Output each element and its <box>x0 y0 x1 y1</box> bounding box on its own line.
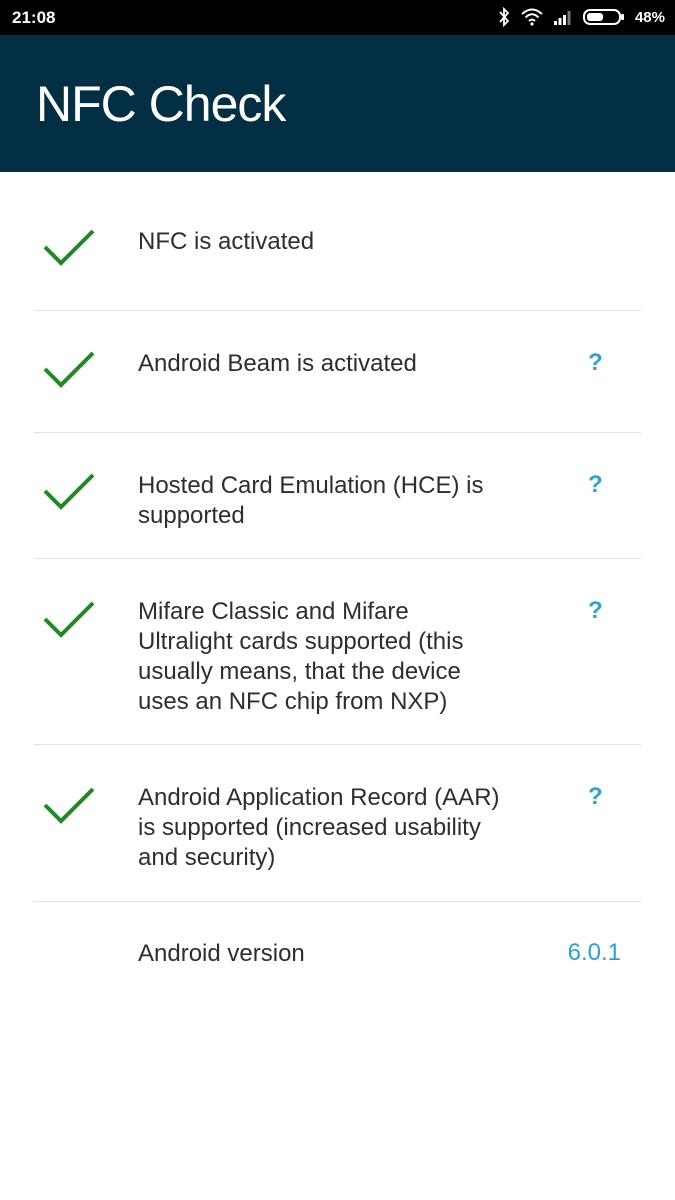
signal-icon <box>553 9 573 25</box>
checkmark-icon <box>43 349 95 389</box>
help-button[interactable]: ? <box>588 471 603 499</box>
android-version-row: Android version 6.0.1 <box>0 902 675 1012</box>
check-row-mifare: Mifare Classic and Mifare Ultralight car… <box>0 559 675 745</box>
check-label: NFC is activated <box>138 228 315 255</box>
checkmark-icon <box>43 599 95 639</box>
check-row-android-beam: Android Beam is activated ? <box>0 311 675 433</box>
android-version-value: 6.0.1 <box>567 939 621 966</box>
status-bar: 21:08 48% <box>0 0 675 35</box>
page-title: NFC Check <box>36 76 286 132</box>
status-time: 21:08 <box>12 8 56 27</box>
wifi-icon <box>521 8 543 26</box>
check-row-nfc: NFC is activated <box>0 172 675 311</box>
bluetooth-icon <box>497 7 511 27</box>
help-button[interactable]: ? <box>588 597 603 625</box>
check-label: Android Beam is activated <box>138 350 417 377</box>
check-list: NFC is activated Android Beam is activat… <box>0 172 675 1012</box>
check-label: Mifare Classic and Mifare Ultralight car… <box>138 598 464 715</box>
checkmark-icon <box>43 227 95 267</box>
app-bar: NFC Check <box>0 35 675 172</box>
help-button[interactable]: ? <box>588 783 603 811</box>
check-label: Android Application Record (AAR) is supp… <box>138 784 500 871</box>
check-row-hce: Hosted Card Emulation (HCE) is supported… <box>0 433 675 559</box>
battery-percent: 48% <box>634 8 665 26</box>
status-icons: 48% <box>497 6 665 28</box>
battery-icon <box>582 8 625 26</box>
check-row-aar: Android Application Record (AAR) is supp… <box>0 745 675 902</box>
checkmark-icon <box>43 471 95 511</box>
android-version-label: Android version <box>138 940 305 967</box>
checkmark-icon <box>43 785 95 825</box>
help-button[interactable]: ? <box>588 349 603 377</box>
check-label: Hosted Card Emulation (HCE) is supported <box>138 472 484 529</box>
